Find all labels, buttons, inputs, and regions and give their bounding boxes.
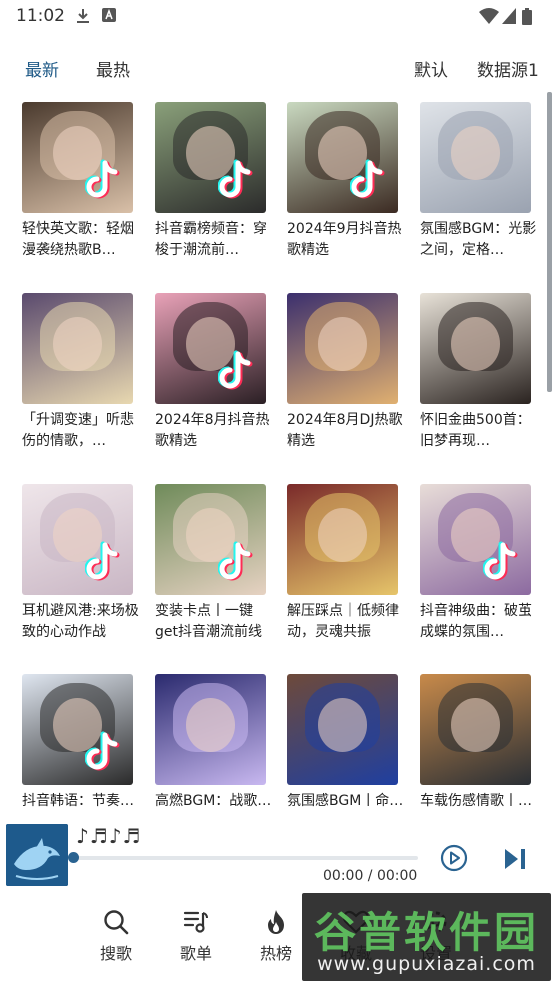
- playlist-cover-image: [420, 102, 531, 213]
- tiktok-logo-icon: [483, 541, 518, 581]
- playlist-cover-image: [22, 293, 133, 404]
- download-icon: [77, 9, 89, 23]
- category-tabs: 最新 最热 默认 数据源1: [0, 50, 553, 84]
- playlist-card[interactable]: 2024年8月抖音热歌精选: [155, 293, 270, 452]
- playlist-card[interactable]: 2024年9月抖音热歌精选: [287, 102, 402, 261]
- tiktok-logo-icon: [218, 159, 253, 199]
- playlist-title: 抖音神级曲：破茧成蝶的氛围…: [420, 603, 532, 640]
- playlist-card[interactable]: 轻快英文歌：轻烟漫袭绕热歌B…: [22, 102, 134, 261]
- tiktok-logo-icon: [85, 541, 120, 581]
- status-bar: 11:02: [0, 0, 553, 32]
- playlist-card[interactable]: 解压踩点｜低频律动，灵魂共振: [287, 484, 399, 643]
- playlist-title: 2024年8月DJ热歌精选: [287, 412, 403, 449]
- playlist-card[interactable]: 「升调变速」听悲伤的情歌，…: [22, 293, 134, 452]
- playlist-cover-image: [420, 674, 531, 785]
- playlist-cover-image: [287, 674, 398, 785]
- playlist-card[interactable]: 车载伤感情歌丨…: [420, 674, 532, 833]
- playlist-cover-image: [287, 484, 398, 595]
- nav-charts-label: 热榜: [259, 944, 292, 963]
- playlist-title: 2024年9月抖音热歌精选: [287, 221, 402, 258]
- nav-charts[interactable]: 热榜: [246, 908, 306, 964]
- playlist-cover-image: [22, 674, 133, 785]
- now-playing-title: ♪♬♪♬: [76, 824, 142, 848]
- a-badge-icon: [102, 8, 116, 22]
- tiktok-logo-icon: [85, 159, 120, 199]
- battery-icon: [522, 8, 532, 25]
- next-track-button[interactable]: [502, 847, 528, 871]
- playlist-title: 怀旧金曲500首：旧梦再现…: [420, 412, 531, 449]
- tiktok-logo-icon: [85, 731, 120, 771]
- album-cover[interactable]: [6, 824, 68, 886]
- playlist-icon: [183, 911, 208, 933]
- nav-search[interactable]: 搜歌: [86, 908, 146, 964]
- nav-playlist[interactable]: 歌单: [166, 908, 226, 964]
- tiktok-logo-icon: [218, 350, 253, 390]
- tiktok-logo-icon: [218, 541, 253, 581]
- playlist-cover-image: [287, 102, 398, 213]
- playlist-title: 轻快英文歌：轻烟漫袭绕热歌B…: [22, 221, 134, 258]
- playlist-cover-image: [155, 102, 266, 213]
- playlist-cover-image: [420, 293, 531, 404]
- playlist-card[interactable]: 耳机避风港:来场极致的心动作战: [22, 484, 139, 643]
- playback-time: 00:00 / 00:00: [323, 868, 418, 884]
- playlist-cover-image: [22, 102, 133, 213]
- tiktok-logo-icon: [350, 159, 385, 199]
- playlist-title: 变装卡点丨一键get抖音潮流前线: [155, 603, 262, 640]
- playlist-title: 2024年8月抖音热歌精选: [155, 412, 270, 449]
- signal-icon: [502, 8, 516, 24]
- playlist-cover-image: [155, 674, 266, 785]
- playlist-cover-image: [155, 293, 266, 404]
- search-icon: [104, 910, 129, 935]
- nav-playlist-label: 歌单: [179, 944, 212, 963]
- status-time: 11:02: [16, 6, 65, 26]
- playlist-card[interactable]: 氛围感BGM丨命…: [287, 674, 403, 833]
- tab-latest[interactable]: 最新: [25, 56, 59, 81]
- playlist-card[interactable]: 高燃BGM：战歌…: [155, 674, 271, 833]
- playlist-card[interactable]: 抖音神级曲：破茧成蝶的氛围…: [420, 484, 532, 643]
- playlist-title: 耳机避风港:来场极致的心动作战: [22, 603, 139, 640]
- playlist-card[interactable]: 氛围感BGM：光影之间，定格…: [420, 102, 536, 261]
- playlist-title: 氛围感BGM：光影之间，定格…: [420, 221, 537, 258]
- playlist-cover-image: [155, 484, 266, 595]
- data-source-button[interactable]: 数据源1: [477, 56, 539, 81]
- wifi-icon: [479, 8, 499, 24]
- playlist-cover-image: [287, 293, 398, 404]
- watermark-title: 谷普软件园: [313, 908, 539, 957]
- tab-hottest[interactable]: 最热: [96, 56, 130, 81]
- playlist-card[interactable]: 抖音韩语：节奏…: [22, 674, 134, 833]
- play-button[interactable]: [440, 844, 468, 872]
- watermark-overlay: 谷普软件园 www.gupuxiazai.com: [302, 893, 551, 981]
- scrollbar[interactable]: [547, 92, 552, 392]
- mini-player: ♪♬♪♬ 00:00 / 00:00: [0, 820, 553, 892]
- flame-icon: [268, 910, 284, 934]
- playlist-card[interactable]: 怀旧金曲500首：旧梦再现…: [420, 293, 532, 452]
- playlist-title: 「升调变速」听悲伤的情歌，…: [22, 412, 134, 449]
- playlist-title: 抖音霸榜频音：穿梭于潮流前…: [155, 221, 267, 258]
- nav-search-label: 搜歌: [99, 944, 132, 963]
- progress-track[interactable]: [74, 856, 418, 860]
- sort-default-button[interactable]: 默认: [414, 56, 448, 81]
- watermark-url: www.gupuxiazai.com: [317, 953, 536, 975]
- dolphin-logo-icon: [6, 824, 68, 886]
- playlist-card[interactable]: 2024年8月DJ热歌精选: [287, 293, 402, 452]
- playlist-title: 解压踩点｜低频律动，灵魂共振: [287, 603, 399, 640]
- playlist-card[interactable]: 变装卡点丨一键get抖音潮流前线: [155, 484, 267, 643]
- progress-handle[interactable]: [68, 852, 79, 863]
- playlist-cover-image: [22, 484, 133, 595]
- playlist-cover-image: [420, 484, 531, 595]
- playlist-card[interactable]: 抖音霸榜频音：穿梭于潮流前…: [155, 102, 267, 261]
